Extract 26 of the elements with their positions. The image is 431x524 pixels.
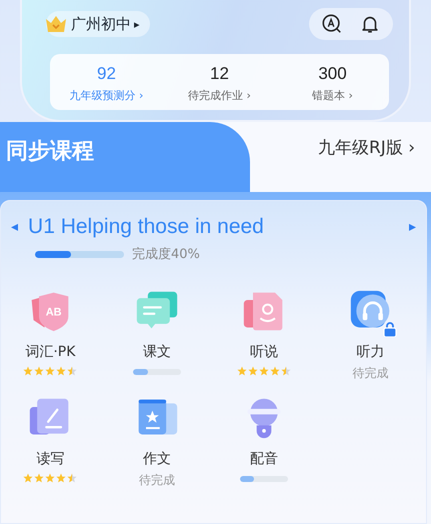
school-selector[interactable]: 广州初中 ▸ xyxy=(46,11,150,37)
module-progress-bar xyxy=(133,369,182,375)
module-label: 词汇·PK xyxy=(25,343,76,361)
module-label: 作文 xyxy=(143,450,172,468)
module-label: 课文 xyxy=(143,343,172,361)
crown-icon xyxy=(44,14,68,34)
stat-link[interactable]: 九年级预测分 › xyxy=(70,88,144,103)
edition-selector[interactable]: 九年级RJ版 › xyxy=(250,122,431,192)
stat-value: 300 xyxy=(318,64,347,84)
stat-value: 12 xyxy=(210,64,229,84)
next-unit-button[interactable]: ▸ xyxy=(408,219,416,235)
stat-value: 92 xyxy=(97,64,116,84)
translate-icon[interactable] xyxy=(321,13,343,35)
module-label: 听力 xyxy=(356,343,385,361)
module-label: 读写 xyxy=(36,450,64,468)
previous-unit-button[interactable]: ◂ xyxy=(11,219,18,235)
unit-title: U1 Helping those in need xyxy=(28,215,265,239)
stat-link[interactable]: 错题本 › xyxy=(312,88,353,103)
module-label: 听说 xyxy=(250,343,278,361)
progress-label: 完成度40% xyxy=(132,246,200,263)
section-title: 同步课程 xyxy=(6,139,94,164)
status-label: 待完成 xyxy=(139,472,176,489)
stat-link[interactable]: 待完成作业 › xyxy=(188,88,251,103)
status-label: 待完成 xyxy=(352,365,389,382)
module-label: 配音 xyxy=(250,450,278,468)
module-progress-bar xyxy=(240,476,288,482)
